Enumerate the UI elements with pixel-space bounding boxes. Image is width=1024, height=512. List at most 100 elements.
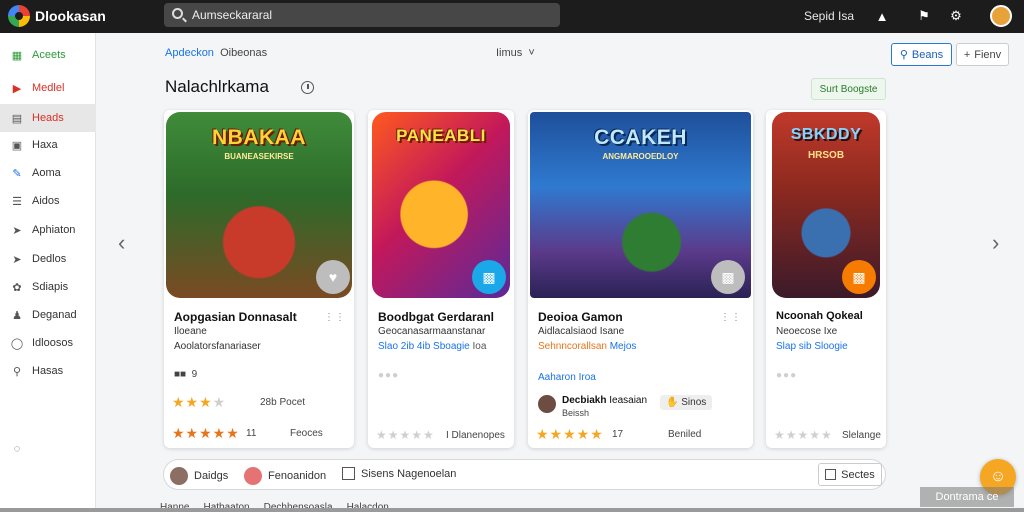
account-label[interactable]: Sepid Isa (804, 9, 854, 23)
card-description: Aoolatorsfanariaser (174, 341, 261, 352)
sidebar-item-aoma[interactable]: ✎ Aoma (0, 159, 96, 187)
game-art-title: CCAKEH (594, 126, 687, 149)
add-button[interactable]: + Fienv (956, 43, 1009, 66)
controller-icon[interactable]: ▩ (711, 260, 745, 294)
card-footer-label[interactable]: Slelange (842, 430, 881, 441)
sidebar-item-label: Aoma (32, 167, 61, 179)
sidebar-item-deganad[interactable]: ♟ Deganad (0, 301, 96, 329)
game-art-title: NBAKAA (212, 126, 306, 149)
sidebar-item-label: Deganad (32, 309, 77, 321)
rating-stars-secondary: ★★★★★ (172, 425, 240, 441)
game-art: NBAKAA BUANEASEKIRSE ♥ (166, 112, 352, 298)
bottom-item-fenoanidon[interactable]: Fenoanidon (244, 467, 326, 485)
sidebar-item-medlel[interactable]: ▶ Medlel (0, 74, 96, 102)
section-title: Nalachlrkama (165, 77, 269, 96)
notification-icon[interactable]: ⚑ (914, 6, 934, 26)
play-icon: ▶ (12, 82, 22, 95)
card-title: Deoioa Gamon (538, 310, 623, 324)
sidebar-collapse[interactable]: ◌ (0, 435, 96, 463)
game-card[interactable]: NBAKAA BUANEASEKIRSE ♥ Aopgasian Donnasa… (164, 110, 354, 448)
controller-icon[interactable]: ▩ (472, 260, 506, 294)
card-title: Ncoonah Qokeal (776, 310, 863, 322)
game-art: CCAKEH ANGMAROOEDLOY ▩ (530, 112, 751, 298)
game-card[interactable]: SBKDDY HRSOB ▩ Ncoonah Qokeal Neoecose I… (766, 110, 886, 448)
game-art: SBKDDY HRSOB ▩ (772, 112, 880, 298)
sidebar-item-label: Hasas (32, 365, 64, 377)
more-options-icon[interactable]: ⋮⋮ (720, 312, 742, 323)
card-category-link[interactable]: Aaharon Iroa (538, 372, 596, 383)
sidebar-item-dedlos[interactable]: ➤ Dedlos (0, 245, 96, 273)
thumb-icon: ✋ (666, 397, 679, 408)
bottom-item-daidgs[interactable]: Daidgs (170, 467, 228, 485)
chat-icon: ☺ (989, 468, 1007, 485)
bottom-item-label: Fenoanidon (268, 470, 327, 482)
sidebar-item-aceets[interactable]: ▦ Aceets (0, 41, 96, 69)
rating-stars-secondary: ★★★★★ (774, 428, 833, 442)
sidebar-item-haxa[interactable]: ▣ Haxa (0, 131, 96, 159)
apps-icon: ▤ (11, 112, 23, 125)
carousel-prev-arrow[interactable]: ‹ (118, 230, 125, 256)
developer-name-tail: Ieasaian (609, 395, 648, 406)
list-icon: ☰ (12, 195, 22, 208)
rating-stars-secondary: ★★★★★ (376, 428, 435, 442)
beans-button-label: Beans (911, 48, 944, 61)
person-icon: ♟ (12, 309, 22, 322)
sectes-button-label: Sectes (841, 468, 875, 481)
card-description-tail: Mejos (609, 341, 637, 352)
search-icon: ⚲ (12, 365, 22, 378)
bottom-item-label: Daidgs (194, 470, 229, 482)
collapse-icon: ◌ (13, 443, 21, 455)
bottom-item-sisens[interactable]: Sisens Nagenoelan (342, 467, 456, 480)
section-action-button[interactable]: Surt Boogste (811, 78, 886, 100)
filter-dropdown[interactable]: Iimus ˅ (496, 47, 535, 59)
heart-icon[interactable]: ♥ (316, 260, 350, 294)
sidebar-item-label: Aceets (32, 49, 66, 61)
beans-button[interactable]: ⚲ Beans (891, 43, 952, 66)
more-options-icon[interactable]: ⋮⋮ (324, 312, 346, 323)
pencil-icon: ✎ (12, 167, 22, 180)
tag-chip[interactable]: ✋ Sinos (660, 395, 713, 410)
sidebar-item-sdiapis[interactable]: ✿ Sdiapis (0, 273, 96, 301)
card-description-text: Slao 2ib 4ib Sboagie (378, 341, 470, 352)
clock-icon[interactable] (301, 81, 314, 94)
card-developer: Iloeane (174, 326, 207, 337)
search-bar[interactable] (164, 3, 560, 27)
search-input[interactable] (192, 6, 542, 24)
sidebar-item-aphiaton[interactable]: ➤ Aphiaton (0, 216, 96, 244)
sidebar-item-label: Sdiapis (32, 281, 69, 293)
card-title: Aopgasian Donnasalt (174, 310, 297, 324)
breadcrumb-link[interactable]: Apdeckon (165, 47, 214, 59)
card-meta: ■■ 9 (174, 369, 198, 380)
sectes-button[interactable]: Sectes (818, 463, 882, 486)
app-logo[interactable] (8, 5, 30, 27)
sidebar-item-idloosos[interactable]: ◯ Idloosos (0, 329, 96, 357)
rating-label[interactable]: 28b Pocet (260, 397, 305, 408)
settings-icon[interactable]: ⚙ (946, 6, 966, 26)
game-card[interactable]: CCAKEH ANGMAROOEDLOY ▩ Deoioa Gamon ⋮⋮ A… (528, 110, 753, 448)
sidebar-item-label: Heads (32, 112, 64, 124)
edit-icon (342, 467, 355, 480)
rating-stars: ●●● (776, 370, 798, 381)
carousel-next-arrow[interactable]: › (992, 230, 999, 256)
chevron-down-icon: ˅ (525, 47, 535, 59)
plus-icon: + (963, 48, 971, 61)
card-meta-value: 9 (191, 369, 198, 380)
sidebar-item-aidos[interactable]: ☰ Aidos (0, 187, 96, 215)
globe-icon: ◯ (10, 337, 24, 350)
sidebar-item-heads[interactable]: ▤ Heads (0, 104, 96, 132)
card-description: Slao 2ib 4ib Sboagie Ioa (378, 341, 486, 352)
user-avatar[interactable] (990, 5, 1012, 27)
rating-stars: ★★★★ (172, 394, 227, 410)
sidebar: ▦ Aceets ▶ Medlel ▤ Heads ▣ Haxa ✎ Aoma … (0, 33, 96, 512)
card-developer: Neoecose Ixe (776, 326, 838, 337)
card-title: Boodbgat Gerdaranl (378, 310, 495, 324)
rating-stars: ★★★★★ (536, 426, 604, 442)
add-button-label: Fienv (974, 48, 1002, 61)
bookmark-icon[interactable]: ▲ (872, 6, 892, 26)
card-footer-label: Beniled (668, 429, 702, 440)
game-card[interactable]: PANEABLI ▩ Boodbgat Gerdaranl Geocanasar… (368, 110, 514, 448)
sidebar-item-label: Aphiaton (32, 224, 76, 236)
controller-icon[interactable]: ▩ (842, 260, 876, 294)
sidebar-item-hasas[interactable]: ⚲ Hasas (0, 357, 96, 385)
card-description-tail: Ioa (472, 341, 487, 352)
